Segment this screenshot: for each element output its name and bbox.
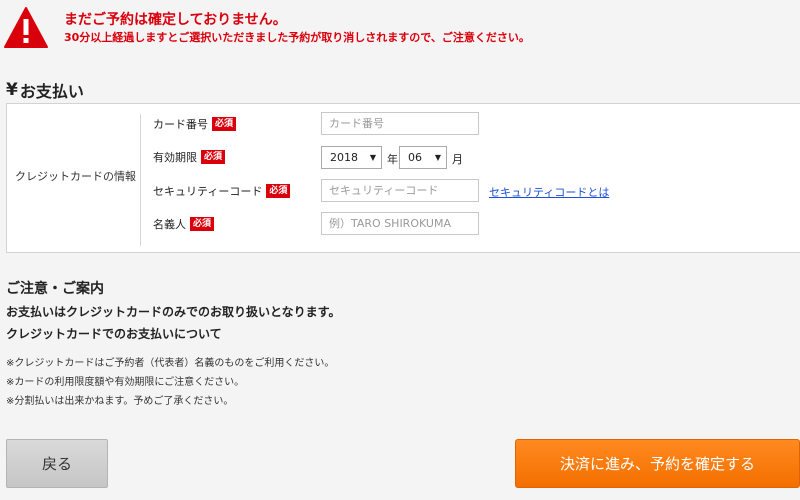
required-badge: 必須	[201, 150, 226, 164]
notes-title: ご注意・ご案内	[6, 281, 104, 297]
card-divider	[140, 114, 141, 246]
dropdown-arrow-icon: ▼	[369, 153, 376, 162]
year-unit: 年	[387, 153, 398, 166]
note-item: ※分割払いは出来かねます。予めご了承ください。	[6, 396, 234, 407]
required-badge: 必須	[266, 184, 291, 198]
holder-name-input[interactable]	[321, 212, 479, 235]
back-button[interactable]: 戻る	[6, 439, 108, 488]
dropdown-arrow-icon: ▼	[434, 153, 441, 162]
required-badge: 必須	[190, 217, 215, 231]
note-item: ※カードの利用限度額や有効期限にご注意ください。	[6, 377, 245, 388]
month-unit: 月	[452, 153, 463, 166]
card-number-label-text: カード番号	[153, 118, 208, 131]
holder-name-label: 名義人 必須	[153, 216, 215, 232]
expiry-label-text: 有効期限	[153, 151, 197, 164]
expiry-label: 有効期限 必須	[153, 149, 226, 165]
payment-header: ¥ お支払い	[6, 79, 84, 101]
note-item: ※クレジットカードはご予約者（代表者）名義のものをご利用ください。	[6, 358, 335, 369]
confirm-payment-button[interactable]: 決済に進み、予約を確定する	[515, 439, 800, 488]
required-badge: 必須	[212, 117, 237, 131]
warning-title: まだご予約は確定しておりません。	[64, 12, 287, 28]
expiry-month-value: 06	[408, 151, 422, 164]
holder-name-label-text: 名義人	[153, 218, 186, 231]
warning-banner: まだご予約は確定しておりません。 30分以上経過しますとご選択いただきました予約…	[0, 0, 800, 60]
payment-header-label: お支払い	[19, 82, 84, 101]
expiry-year-value: 2018	[330, 151, 358, 164]
card-number-input[interactable]	[321, 112, 479, 135]
security-code-label-text: セキュリティーコード	[153, 185, 263, 198]
notes-credit-heading: クレジットカードでのお支払いについて	[6, 327, 222, 341]
expiry-year-select[interactable]: 2018 ▼	[321, 146, 382, 169]
security-code-input[interactable]	[321, 179, 479, 202]
security-code-help-link[interactable]: セキュリティコードとは	[489, 184, 609, 200]
warning-message: 30分以上経過しますとご選択いただきました予約が取り消しされますので、ご注意くだ…	[64, 31, 530, 44]
warning-icon	[4, 7, 48, 48]
card-section-label: クレジットカードの情報	[15, 170, 136, 183]
card-number-label: カード番号 必須	[153, 116, 237, 132]
yen-icon: ¥	[6, 80, 18, 100]
notes-credit-only: お支払いはクレジットカードのみでのお取り扱いとなります。	[6, 305, 341, 319]
credit-card-form: クレジットカードの情報 カード番号 必須 有効期限 必須 2018 ▼ 年 06…	[6, 103, 800, 253]
expiry-month-select[interactable]: 06 ▼	[399, 146, 447, 169]
security-code-label: セキュリティーコード 必須	[153, 183, 291, 199]
